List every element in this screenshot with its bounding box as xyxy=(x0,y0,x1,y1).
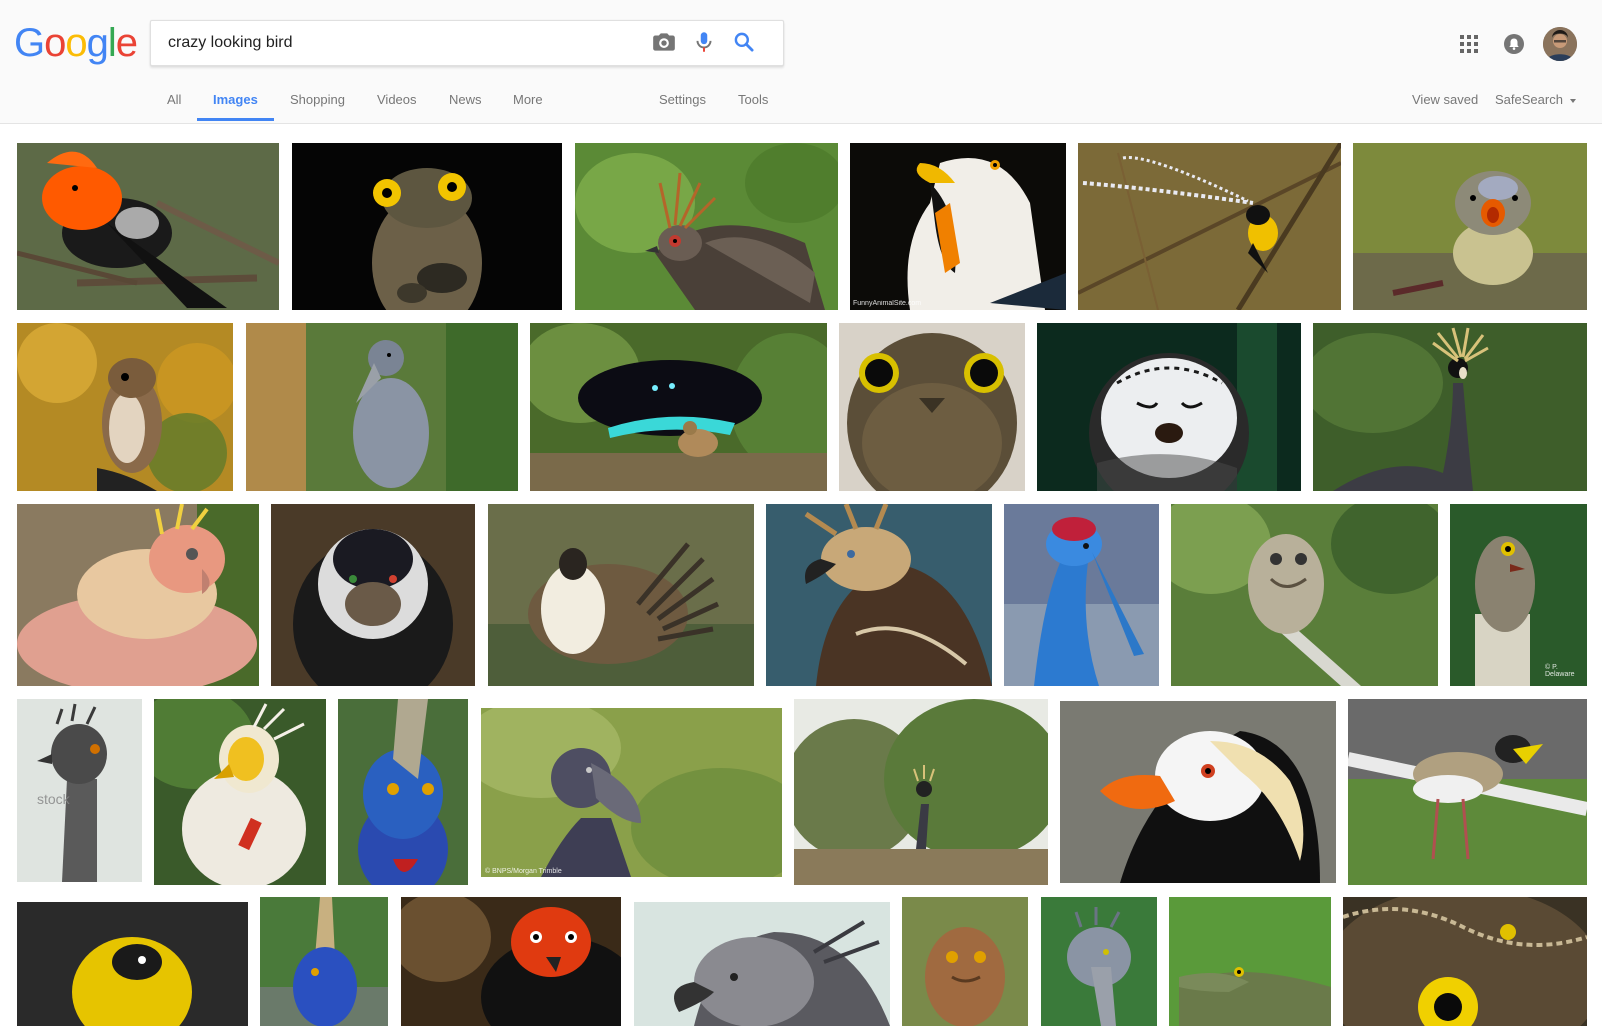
safesearch-label: SafeSearch xyxy=(1495,92,1563,107)
image-result-philippine-eagle[interactable] xyxy=(766,504,992,686)
image-result-cassowary[interactable] xyxy=(338,699,468,885)
apps-grid-icon[interactable] xyxy=(1459,34,1479,54)
avatar[interactable] xyxy=(1543,27,1577,61)
image-result-baby-crocodile[interactable] xyxy=(1169,897,1331,1026)
image-result-crowned-crane[interactable] xyxy=(1313,323,1587,491)
image-result-hooded-bird[interactable] xyxy=(271,504,475,686)
search-tabs: All Images Shopping Videos News More Set… xyxy=(0,86,1602,122)
image-result-harpy-eagle[interactable] xyxy=(634,902,890,1026)
image-credit: © P. Delaware xyxy=(1545,664,1575,678)
image-result-sage-grouse[interactable] xyxy=(488,504,754,686)
image-result-cock-of-the-rock[interactable] xyxy=(17,143,279,310)
camera-icon[interactable] xyxy=(651,29,677,55)
image-result-vulture[interactable] xyxy=(154,699,326,885)
image-result-laughing-owl[interactable] xyxy=(1037,323,1301,491)
tab-tools[interactable]: Tools xyxy=(738,86,768,122)
image-result-red-headed-bird[interactable] xyxy=(401,897,621,1026)
image-result-shoebill-portrait[interactable] xyxy=(1041,897,1157,1026)
image-result-screaming-gull[interactable]: FunnyAnimalSite.com xyxy=(850,143,1066,310)
image-result-potoo[interactable] xyxy=(292,143,562,310)
stock-watermark: stock xyxy=(37,791,70,807)
image-credit: © BNPS/Morgan Trimble xyxy=(485,868,562,875)
tab-videos[interactable]: Videos xyxy=(377,86,417,122)
image-result-bird-of-paradise[interactable] xyxy=(530,323,827,491)
search-icon[interactable] xyxy=(731,29,757,55)
image-result-screaming-chick[interactable] xyxy=(1353,143,1587,310)
image-result-cassowary-head[interactable] xyxy=(260,897,388,1026)
image-result-blue-crane[interactable] xyxy=(1004,504,1159,686)
image-result-masked-lapwing[interactable] xyxy=(1348,699,1587,885)
tab-shopping[interactable]: Shopping xyxy=(290,86,345,122)
image-result-hoatzin[interactable] xyxy=(575,143,838,310)
tab-more[interactable]: More xyxy=(513,86,543,122)
image-credit: FunnyAnimalSite.com xyxy=(853,300,922,307)
caret-down-icon xyxy=(1569,98,1576,103)
microphone-icon[interactable] xyxy=(691,29,717,55)
image-result-shoebill[interactable] xyxy=(246,323,518,491)
safesearch-dropdown[interactable]: SafeSearch xyxy=(1495,86,1576,114)
image-result-frogmouth-eye[interactable] xyxy=(1343,897,1587,1026)
tab-settings[interactable]: Settings xyxy=(659,86,706,122)
tab-images[interactable]: Images xyxy=(213,86,258,122)
search-box xyxy=(150,20,784,66)
notifications-bell-icon[interactable] xyxy=(1503,33,1525,55)
image-result-potoo-on-branch[interactable] xyxy=(1171,504,1438,686)
image-result-wide-eyed-potoo[interactable] xyxy=(839,323,1025,491)
image-result-frogmouth[interactable] xyxy=(902,897,1028,1026)
image-result-yellow-bird[interactable] xyxy=(17,902,248,1026)
image-result-crane-in-bushes[interactable] xyxy=(794,699,1048,885)
image-result-tufted-puffin[interactable] xyxy=(1060,701,1336,883)
header: Google All Images Shopping Videos News M… xyxy=(0,0,1602,124)
image-result-potoo-on-stump[interactable]: © P. Delaware xyxy=(1450,504,1587,686)
image-result-shoebill-grass[interactable]: © BNPS/Morgan Trimble xyxy=(481,708,782,877)
view-saved-link[interactable]: View saved xyxy=(1412,86,1478,114)
search-input[interactable] xyxy=(166,21,650,65)
image-result-baby-parrot[interactable] xyxy=(17,504,259,686)
tab-all[interactable]: All xyxy=(167,86,181,122)
tab-news[interactable]: News xyxy=(449,86,482,122)
image-result-emu[interactable]: stock xyxy=(17,699,142,882)
google-logo[interactable]: Google xyxy=(14,22,138,64)
active-tab-underline xyxy=(197,118,274,121)
image-result-hawk[interactable] xyxy=(17,323,233,491)
image-result-king-of-saxony-bird[interactable] xyxy=(1078,143,1341,310)
